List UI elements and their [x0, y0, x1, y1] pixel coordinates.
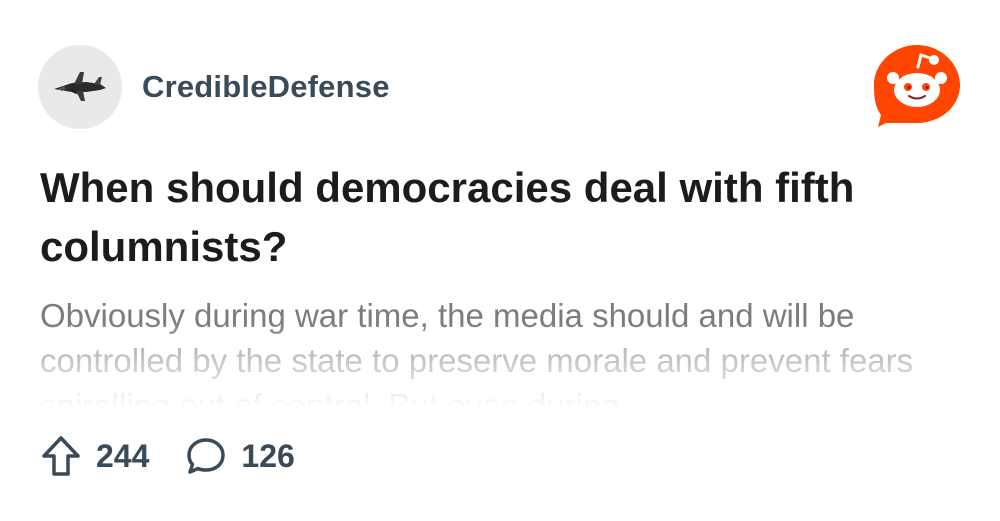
- upvote-count: 244: [96, 437, 150, 474]
- fighter-jet-icon: [54, 72, 106, 101]
- post-body-text: Obviously during war time, the media sho…: [40, 297, 914, 408]
- post-stats: 244 126: [40, 432, 295, 480]
- comment-bubble-icon[interactable]: [185, 435, 227, 477]
- reddit-logo-icon: [872, 43, 962, 129]
- comment-stat[interactable]: 126: [185, 435, 295, 477]
- post-body-preview[interactable]: Obviously during war time, the media sho…: [40, 293, 960, 408]
- post-card[interactable]: CredibleDefense When should democracies …: [0, 0, 1000, 521]
- subreddit-avatar[interactable]: [38, 45, 122, 129]
- subreddit-name[interactable]: CredibleDefense: [142, 69, 390, 105]
- upvote-stat[interactable]: 244: [40, 434, 149, 478]
- upvote-arrow-icon[interactable]: [40, 434, 82, 478]
- post-title[interactable]: When should democracies deal with fifth …: [40, 158, 960, 276]
- comment-count: 126: [241, 437, 295, 474]
- post-header: CredibleDefense: [38, 45, 390, 129]
